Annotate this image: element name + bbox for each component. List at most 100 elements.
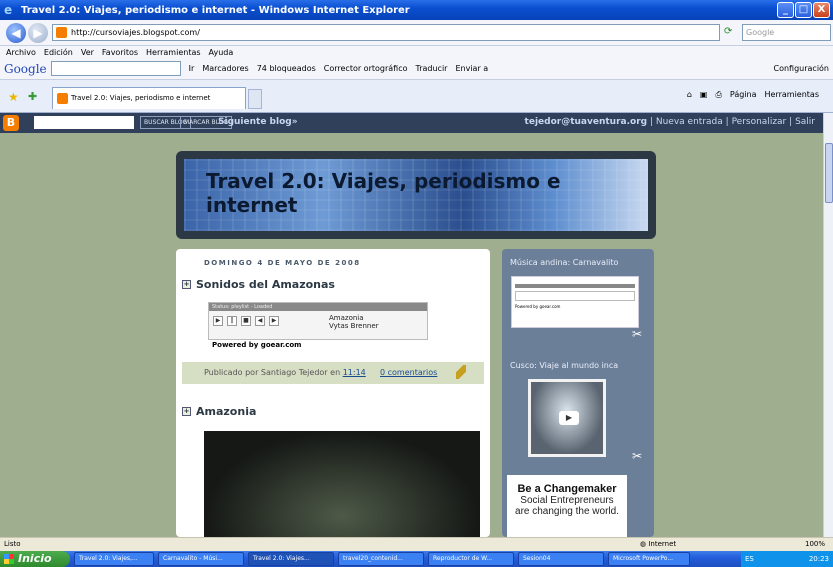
menu-favoritos[interactable]: Favoritos — [102, 48, 138, 57]
tab-label: Travel 2.0: Viajes, periodismo e interne… — [71, 94, 211, 102]
system-tray: ES 20:23 — [741, 551, 833, 567]
add-favorite-icon[interactable]: ✚ — [28, 90, 37, 103]
navbar-user-links: tejedor@tuaventura.org | Nueva entrada |… — [524, 117, 815, 127]
post-time-link[interactable]: 11:14 — [343, 368, 366, 377]
menu-ayuda[interactable]: Ayuda — [209, 48, 234, 57]
vertical-scrollbar[interactable] — [823, 113, 833, 537]
ad-title: Be a Changemaker — [517, 483, 617, 495]
next-blog-link[interactable]: Siguiente blog» — [218, 117, 298, 127]
spellcheck-button[interactable]: Corrector ortográfico — [324, 64, 408, 73]
sidebar-music-player[interactable]: Powered by goear.com — [511, 276, 639, 328]
post-footer: Publicado por Santiago Tejedor en 11:14 … — [182, 362, 484, 384]
changemaker-ad[interactable]: Be a Changemaker Social Entrepreneurs ar… — [507, 475, 627, 537]
post-title: + Amazonia — [182, 405, 256, 418]
security-zone[interactable]: ◍ Internet — [640, 538, 676, 551]
post-title: + Sonidos del Amazonas — [182, 278, 335, 291]
address-bar-row: ◀ ▶ http://cursoviajes.blogspot.com/ ⟳ G… — [0, 20, 833, 46]
edit-pencil-icon[interactable] — [456, 365, 466, 379]
customize-link[interactable]: Personalizar — [732, 117, 787, 127]
back-button[interactable]: ◀ — [6, 23, 26, 43]
ad-line2: are changing the world. — [515, 506, 619, 517]
taskbar-item[interactable]: Reproductor de W... — [428, 552, 514, 566]
google-toolbar: Google Ir Marcadores 74 bloqueados Corre… — [0, 58, 833, 80]
post-bullet-icon: + — [182, 407, 191, 416]
comments-link[interactable]: 0 comentarios — [380, 362, 437, 384]
translate-button[interactable]: Traducir — [416, 64, 448, 73]
scrollbar-thumb[interactable] — [825, 143, 833, 203]
status-bar: Listo ◍ Internet 100% — [0, 537, 833, 551]
forward-icon[interactable]: ▶ — [269, 316, 279, 326]
blog-page: Travel 2.0: Viajes, periodismo e interne… — [0, 133, 823, 537]
play-icon[interactable]: ▶ — [213, 316, 223, 326]
ie-logo-icon: e — [4, 2, 13, 17]
taskbar-item[interactable]: Travel 2.0: Viajes... — [248, 552, 334, 566]
sidebar-widget-title: Cusco: Viaje al mundo inca — [510, 361, 619, 370]
feeds-icon[interactable]: ▣ — [700, 90, 708, 100]
stop-icon[interactable]: ■ — [241, 316, 251, 326]
video-embed[interactable] — [204, 431, 480, 537]
blog-search-input[interactable] — [34, 116, 134, 129]
post-date: DOMINGO 4 DE MAYO DE 2008 — [204, 259, 361, 267]
menu-herramientas[interactable]: Herramientas — [146, 48, 201, 57]
menu-ver[interactable]: Ver — [81, 48, 94, 57]
tools-menu-button[interactable]: Herramientas — [765, 90, 820, 100]
start-button[interactable]: Inicio — [0, 551, 70, 567]
sign-out-link[interactable]: Salir — [795, 117, 815, 127]
refresh-icon[interactable]: ⟳ — [724, 26, 732, 37]
close-button[interactable]: X — [813, 2, 830, 18]
player-track-info: Amazonia Vytas Brenner — [329, 314, 379, 330]
forward-button[interactable]: ▶ — [28, 23, 48, 43]
taskbar-item[interactable]: Microsoft PowerPo... — [608, 552, 690, 566]
blogger-navbar: B BUSCAR BLOG MARCAR BLOG Siguiente blog… — [0, 113, 823, 133]
settings-button[interactable]: Configuración — [773, 64, 829, 73]
status-text: Listo — [4, 540, 21, 548]
language-indicator[interactable]: ES — [745, 551, 754, 567]
taskbar-item[interactable]: travel20_contenid... — [338, 552, 424, 566]
menu-edicion[interactable]: Edición — [44, 48, 73, 57]
new-tab-button[interactable] — [248, 89, 262, 109]
header-banner-image: Travel 2.0: Viajes, periodismo e interne… — [184, 159, 648, 231]
home-icon[interactable]: ⌂ — [687, 90, 692, 100]
google-ir-button[interactable]: Ir — [189, 64, 195, 73]
blogger-favicon-icon — [56, 27, 67, 38]
send-to-button[interactable]: Enviar a — [455, 64, 488, 73]
page-menu-button[interactable]: Página — [730, 90, 757, 100]
minimize-button[interactable]: _ — [777, 2, 794, 18]
track-artist: Vytas Brenner — [329, 322, 379, 330]
command-bar: ⌂ ▣ ⎙ Página Herramientas — [687, 90, 819, 100]
tab-travel[interactable]: Travel 2.0: Viajes, periodismo e interne… — [52, 87, 246, 109]
tab-row: ★ ✚ Travel 2.0: Viajes, periodismo e int… — [0, 80, 833, 113]
clock: 20:23 — [808, 555, 829, 563]
blog-title[interactable]: Travel 2.0: Viajes, periodismo e interne… — [206, 169, 648, 217]
url-field[interactable]: http://cursoviajes.blogspot.com/ — [52, 24, 720, 41]
menu-archivo[interactable]: Archivo — [6, 48, 36, 57]
post2-title[interactable]: Amazonia — [196, 405, 256, 418]
post-author: Publicado por Santiago Tejedor — [204, 368, 328, 377]
edit-widget-icon[interactable]: ✂ — [632, 327, 642, 341]
maximize-button[interactable]: □ — [795, 2, 812, 18]
post-bullet-icon: + — [182, 280, 191, 289]
popup-blocker-button[interactable]: 74 bloqueados — [257, 64, 316, 73]
taskbar: Inicio Travel 2.0: Viajes,... Carnavalit… — [0, 551, 833, 567]
rewind-icon[interactable]: ◀ — [255, 316, 265, 326]
zoom-level[interactable]: 100% — [805, 538, 825, 551]
print-icon[interactable]: ⎙ — [715, 90, 721, 100]
sidebar-video[interactable]: ▶ — [528, 379, 606, 457]
new-post-link[interactable]: Nueva entrada — [656, 117, 723, 127]
window-title-bar[interactable]: e Travel 2.0: Viajes, periodismo e inter… — [0, 0, 833, 20]
taskbar-item[interactable]: Sesion04 — [518, 552, 604, 566]
pause-icon[interactable]: ‖ — [227, 316, 237, 326]
player-status: Status: playlist - Loaded — [209, 303, 427, 311]
url-text: http://cursoviajes.blogspot.com/ — [71, 28, 200, 37]
post1-title[interactable]: Sonidos del Amazonas — [196, 278, 335, 291]
edit-widget-icon[interactable]: ✂ — [632, 449, 642, 463]
google-search-input[interactable] — [50, 61, 181, 76]
marcadores-button[interactable]: Marcadores — [202, 64, 248, 73]
sidebar-widget-title: Música andina: Carnavalito — [510, 258, 619, 267]
favorites-star-icon[interactable]: ★ — [8, 90, 19, 104]
taskbar-item[interactable]: Carnavalito - Músi... — [158, 552, 244, 566]
taskbar-item[interactable]: Travel 2.0: Viajes,... — [74, 552, 154, 566]
play-icon[interactable]: ▶ — [559, 411, 579, 425]
search-input[interactable]: Google — [742, 24, 831, 41]
blogger-logo-icon[interactable]: B — [3, 115, 19, 131]
